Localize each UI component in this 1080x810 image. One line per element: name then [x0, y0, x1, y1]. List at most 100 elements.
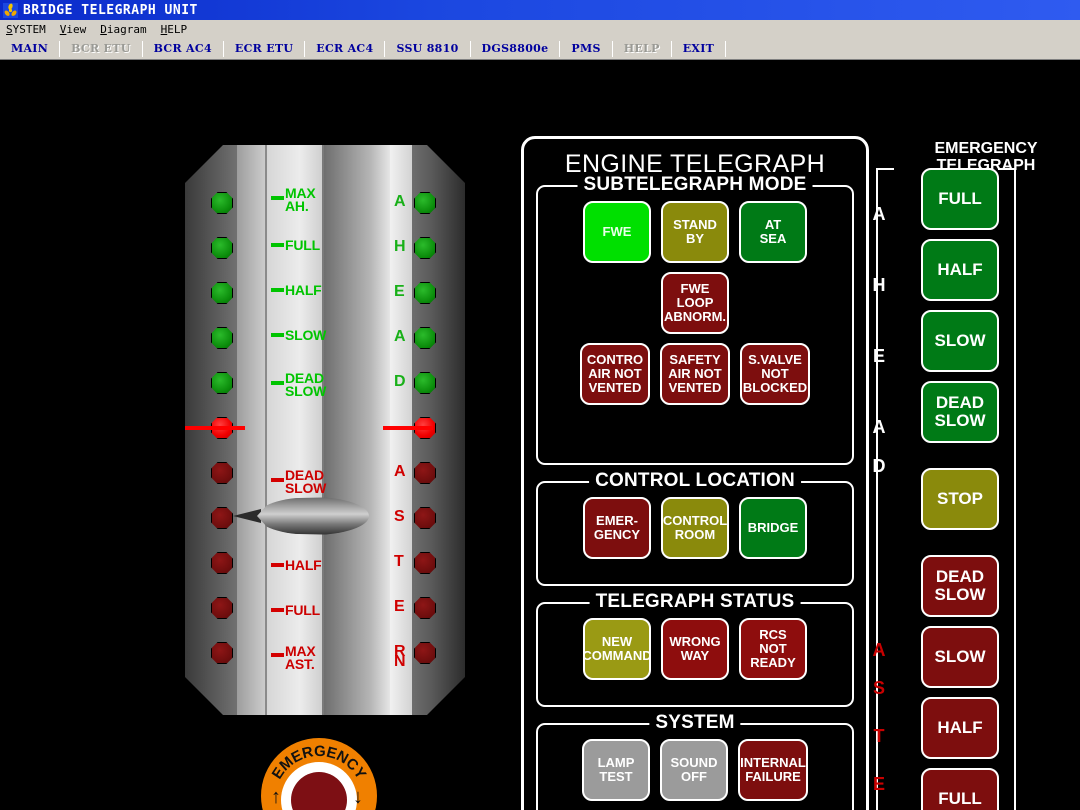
menu-item-diagram[interactable]: Diagram: [100, 23, 146, 36]
etel-letter-as-t: T: [873, 726, 885, 746]
dial-strip: [237, 145, 267, 715]
dial-word-ahead-e: E: [394, 283, 405, 300]
lamp-ahead-full: [211, 237, 233, 259]
button-emergency[interactable]: EMER- GENCY: [583, 497, 651, 559]
dial-word-astern-s: S: [394, 508, 405, 525]
etel-button-ahead-full[interactable]: FULL: [921, 168, 999, 230]
group-telegraph-status: TELEGRAPH STATUS NEW COMMAND WRONG WAY R…: [536, 591, 854, 707]
button-fwe[interactable]: FWE: [583, 201, 651, 263]
dial-word-astern-e: E: [394, 598, 405, 615]
toolbar-button-exit[interactable]: EXIT: [672, 39, 725, 59]
etel-letter-as-a: A: [872, 640, 886, 660]
etel-button-ahead-dead-slow[interactable]: DEAD SLOW: [921, 381, 999, 443]
button-sound-off[interactable]: SOUND OFF: [660, 739, 728, 801]
toolbar-button-ecr-etu[interactable]: ECR ETU: [224, 39, 304, 59]
emergency-telegraph-title-line1: EMERGENCY: [934, 140, 1038, 157]
etel-button-astern-slow[interactable]: SLOW: [921, 626, 999, 688]
propeller-icon: [3, 2, 18, 18]
group-label-telegraph-status: TELEGRAPH STATUS: [589, 591, 801, 613]
tick-ahead-dead-slow: [271, 381, 284, 385]
main-canvas: MAX AH. FULL HALF SLOW DEAD SLOW DEAD SLOW …: [0, 60, 1080, 810]
rotate-right-arrow-icon: ↓: [353, 786, 363, 808]
button-s-valve-not-blocked[interactable]: S.VALVE NOT BLOCKED: [740, 343, 810, 405]
scale-label-max-ahead: MAX AH.: [285, 185, 316, 214]
scale-label-full-ahead: FULL: [285, 237, 320, 253]
toolbar-button-help: HELP: [623, 41, 660, 55]
dial-strip: [324, 145, 390, 715]
etel-button-astern-half[interactable]: HALF: [921, 697, 999, 759]
tick-astern-max: [271, 653, 284, 657]
button-rcs-not-ready[interactable]: RCS NOT READY: [739, 618, 807, 680]
etel-letter-a1: A: [872, 204, 886, 224]
etel-letter-as-s: S: [872, 678, 885, 698]
menu-item-help[interactable]: HELP: [161, 23, 188, 36]
subtelegraph-mode-row-2: FWE LOOP ABNORM.: [546, 272, 844, 334]
toolbar-button-dgs8800e[interactable]: DGS8800e: [471, 39, 560, 59]
pointer-body[interactable]: [257, 497, 369, 535]
toolbar-button-bcr-etu: BCR ETU: [71, 41, 131, 55]
toolbar-button-bcr-ac4[interactable]: BCR AC4: [143, 39, 223, 59]
button-lamp-test[interactable]: LAMP TEST: [582, 739, 650, 801]
toolbar-button-main[interactable]: MAIN: [0, 39, 59, 59]
button-safety-air-not-vented[interactable]: SAFETY AIR NOT VENTED: [660, 343, 730, 405]
etel-button-ahead-slow[interactable]: SLOW: [921, 310, 999, 372]
button-internal-failure[interactable]: INTERNAL FAILURE: [738, 739, 808, 801]
toolbar-button-ssu-8810[interactable]: SSU 8810: [385, 39, 469, 59]
scale-label-dead-slow-astern: DEAD SLOW: [285, 467, 327, 496]
scale-label-slow-ahead: SLOW: [285, 327, 327, 343]
button-wrong-way[interactable]: WRONG WAY: [661, 618, 729, 680]
dial-word-astern-a: A: [394, 463, 406, 480]
telegraph-status-row: NEW COMMAND WRONG WAY RCS NOT READY: [546, 618, 844, 680]
pointer-line-right: [383, 426, 433, 430]
dial-word-ahead-d: D: [394, 373, 406, 390]
toolbar: MAIN BCR ETU BCR AC4 ECR ETU ECR AC4 SSU…: [0, 38, 1080, 60]
lamp-ahead-max: [211, 192, 233, 214]
group-control-location: CONTROL LOCATION EMER- GENCY CONTROL ROO…: [536, 470, 854, 586]
scale-label-full-astern: FULL: [285, 602, 320, 618]
subtelegraph-mode-row-1: FWE STAND BY AT SEA: [546, 201, 844, 263]
telegraph-dial: MAX AH. FULL HALF SLOW DEAD SLOW DEAD SLOW …: [185, 145, 465, 715]
group-system: SYSTEM LAMP TEST SOUND OFF INTERNAL FAIL…: [536, 712, 854, 810]
button-bridge[interactable]: BRIDGE: [739, 497, 807, 559]
button-stand-by[interactable]: STAND BY: [661, 201, 729, 263]
engine-telegraph-panel: ENGINE TELEGRAPH SUBTELEGRAPH MODE FWE S…: [521, 136, 869, 810]
scale-label-dead-slow-ahead: DEAD SLOW: [285, 370, 327, 399]
group-subtelegraph-mode: SUBTELEGRAPH MODE FWE STAND BY AT SEA FW…: [536, 174, 854, 465]
etel-button-astern-dead-slow[interactable]: DEAD SLOW: [921, 555, 999, 617]
emergency-stop-button[interactable]: EMERGENCY ↑ ↓ STOP: [253, 738, 385, 810]
dial-strip: [267, 145, 322, 715]
tick-ahead-max: [271, 196, 284, 200]
menubar: SYSTEM View Diagram HELP: [0, 20, 1080, 38]
button-fwe-loop-abnorm[interactable]: FWE LOOP ABNORM.: [661, 272, 729, 334]
toolbar-separator: [725, 40, 727, 57]
dial-word-ahead-a2: A: [394, 328, 406, 345]
rotate-left-arrow-icon: ↑: [271, 786, 281, 808]
menu-item-system[interactable]: SYSTEM: [6, 23, 46, 36]
control-location-row: EMER- GENCY CONTROL ROOM BRIDGE: [546, 497, 844, 559]
etel-letter-a2: A: [872, 417, 886, 437]
pointer-line-left: [185, 426, 245, 430]
dial-word-ahead-h: H: [394, 238, 406, 255]
toolbar-button-ecr-ac4[interactable]: ECR AC4: [305, 39, 384, 59]
tick-astern-half: [271, 563, 284, 567]
etel-button-ahead-half[interactable]: HALF: [921, 239, 999, 301]
etel-button-astern-full[interactable]: FULL: [921, 768, 999, 810]
tick-astern-dead-slow: [271, 478, 284, 482]
button-at-sea[interactable]: AT SEA: [739, 201, 807, 263]
menu-item-view[interactable]: View: [60, 23, 87, 36]
etel-letter-d: D: [872, 456, 886, 476]
button-control-air-not-vented[interactable]: CONTRO AIR NOT VENTED: [580, 343, 650, 405]
scale-label-half-ahead: HALF: [285, 282, 322, 298]
window-title: BRIDGE TELEGRAPH UNIT: [23, 2, 198, 18]
button-new-command[interactable]: NEW COMMAND: [583, 618, 651, 680]
emergency-telegraph: EMERGENCY TELEGRAPH A H E A D A S T E R …: [866, 140, 1076, 810]
etel-letter-as-e: E: [872, 774, 885, 794]
dial-word-astern-t: T: [394, 553, 404, 570]
tick-ahead-slow: [271, 333, 284, 337]
tick-ahead-full: [271, 243, 284, 247]
etel-button-stop[interactable]: STOP: [921, 468, 999, 530]
subtelegraph-mode-row-3: CONTRO AIR NOT VENTED SAFETY AIR NOT VEN…: [546, 343, 844, 405]
button-control-room[interactable]: CONTROL ROOM: [661, 497, 729, 559]
toolbar-button-pms[interactable]: PMS: [560, 39, 611, 59]
dial-word-astern-n: N: [394, 653, 406, 670]
